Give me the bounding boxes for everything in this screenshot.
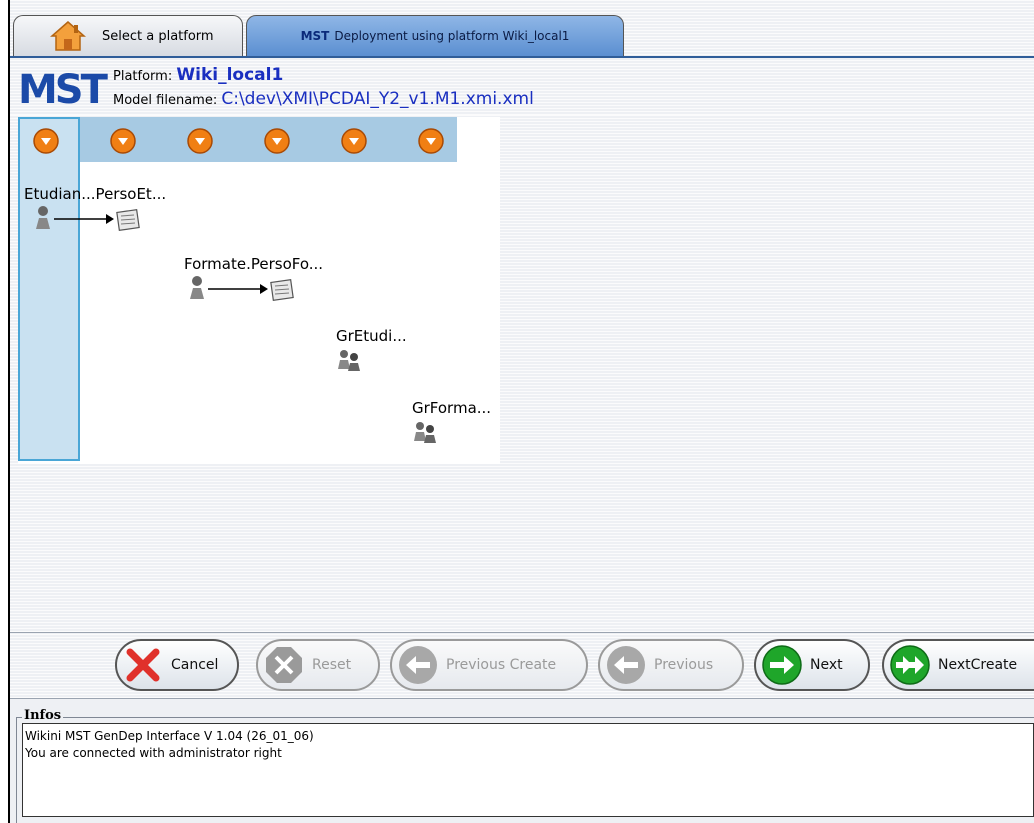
previous-arrow-icon	[607, 646, 645, 684]
reset-icon	[266, 647, 302, 683]
lane-handle-icon[interactable]	[32, 127, 60, 155]
selected-lane[interactable]	[18, 117, 80, 461]
previous-create-button-label: Previous Create	[446, 657, 557, 673]
diagram-node-label: Formate.PersoFo...	[184, 255, 324, 273]
next-arrow-icon	[762, 645, 802, 685]
diagram-node-label: GrEtudi...	[336, 327, 407, 345]
deployment-diagram[interactable]: Etudian...PersoEt... Formate.PersoFo...	[18, 117, 500, 464]
user-to-page-icon	[36, 206, 140, 231]
infos-panel: Infos Wikini MST GenDep Interface V 1.04…	[10, 699, 1034, 823]
cancel-button-label: Cancel	[171, 657, 219, 673]
tab-bar: Select a platform MST Deployment using p…	[10, 0, 1034, 58]
tab-deployment-mst-prefix: MST	[300, 29, 330, 43]
reset-button[interactable]: Reset	[256, 639, 380, 691]
cancel-x-icon	[126, 648, 160, 682]
cancel-button[interactable]: Cancel	[115, 639, 239, 691]
infos-border-left	[16, 717, 17, 823]
next-create-button-label: NextCreate	[938, 657, 1018, 673]
platform-label: Platform:	[113, 69, 173, 84]
diagram-node-label: Etudian...PersoEt...	[24, 185, 167, 203]
model-filename-label: Model filename:	[113, 93, 218, 108]
group-icon	[414, 422, 436, 443]
lane-handle-icon[interactable]	[417, 127, 445, 155]
lane-handle-icon[interactable]	[340, 127, 368, 155]
diagram-node-label: GrForma...	[412, 399, 492, 417]
user-to-page-icon	[190, 276, 294, 301]
mst-logo: MST	[18, 67, 108, 113]
lane-handle-icon[interactable]	[109, 127, 137, 155]
model-filename-value: C:\dev\XMI\PCDAI_Y2_v1.M1.xmi.xml	[221, 89, 534, 109]
infos-log[interactable]: Wikini MST GenDep Interface V 1.04 (26_0…	[22, 723, 1034, 817]
platform-value: Wiki_local1	[176, 65, 284, 85]
tab-deployment-label: Deployment using platform Wiki_local1	[334, 29, 570, 43]
previous-button[interactable]: Previous	[598, 639, 744, 691]
infos-log-line: Wikini MST GenDep Interface V 1.04 (26_0…	[25, 729, 314, 743]
next-button-label: Next	[810, 657, 843, 673]
home-icon	[50, 21, 86, 51]
platform-info: Platform: Wiki_local1	[113, 65, 283, 85]
wizard-button-bar: Cancel Reset Previous Create Previous Ne…	[10, 632, 1034, 699]
lane-header-row	[18, 117, 457, 162]
tab-deployment[interactable]: MST Deployment using platform Wiki_local…	[246, 15, 624, 56]
infos-border	[16, 717, 1034, 718]
next-create-button[interactable]: NextCreate	[882, 639, 1034, 691]
next-create-arrow-icon	[890, 645, 930, 685]
lane-handle-icon[interactable]	[186, 127, 214, 155]
infos-log-line: You are connected with administrator rig…	[25, 746, 282, 760]
model-filename-info: Model filename: C:\dev\XMI\PCDAI_Y2_v1.M…	[113, 89, 534, 109]
reset-button-label: Reset	[312, 657, 352, 673]
lane-handle-icon[interactable]	[263, 127, 291, 155]
tab-select-platform-label: Select a platform	[102, 28, 214, 44]
deployment-canvas-area: Etudian...PersoEt... Formate.PersoFo...	[10, 115, 1034, 632]
infos-title: Infos	[22, 708, 64, 723]
next-button[interactable]: Next	[754, 639, 870, 691]
group-icon	[338, 350, 360, 371]
deployment-header: MST Platform: Wiki_local1 Model filename…	[10, 58, 1034, 115]
tab-select-platform[interactable]: Select a platform	[13, 15, 243, 56]
previous-create-button[interactable]: Previous Create	[390, 639, 588, 691]
previous-button-label: Previous	[654, 657, 714, 673]
previous-create-arrow-icon	[399, 646, 437, 684]
